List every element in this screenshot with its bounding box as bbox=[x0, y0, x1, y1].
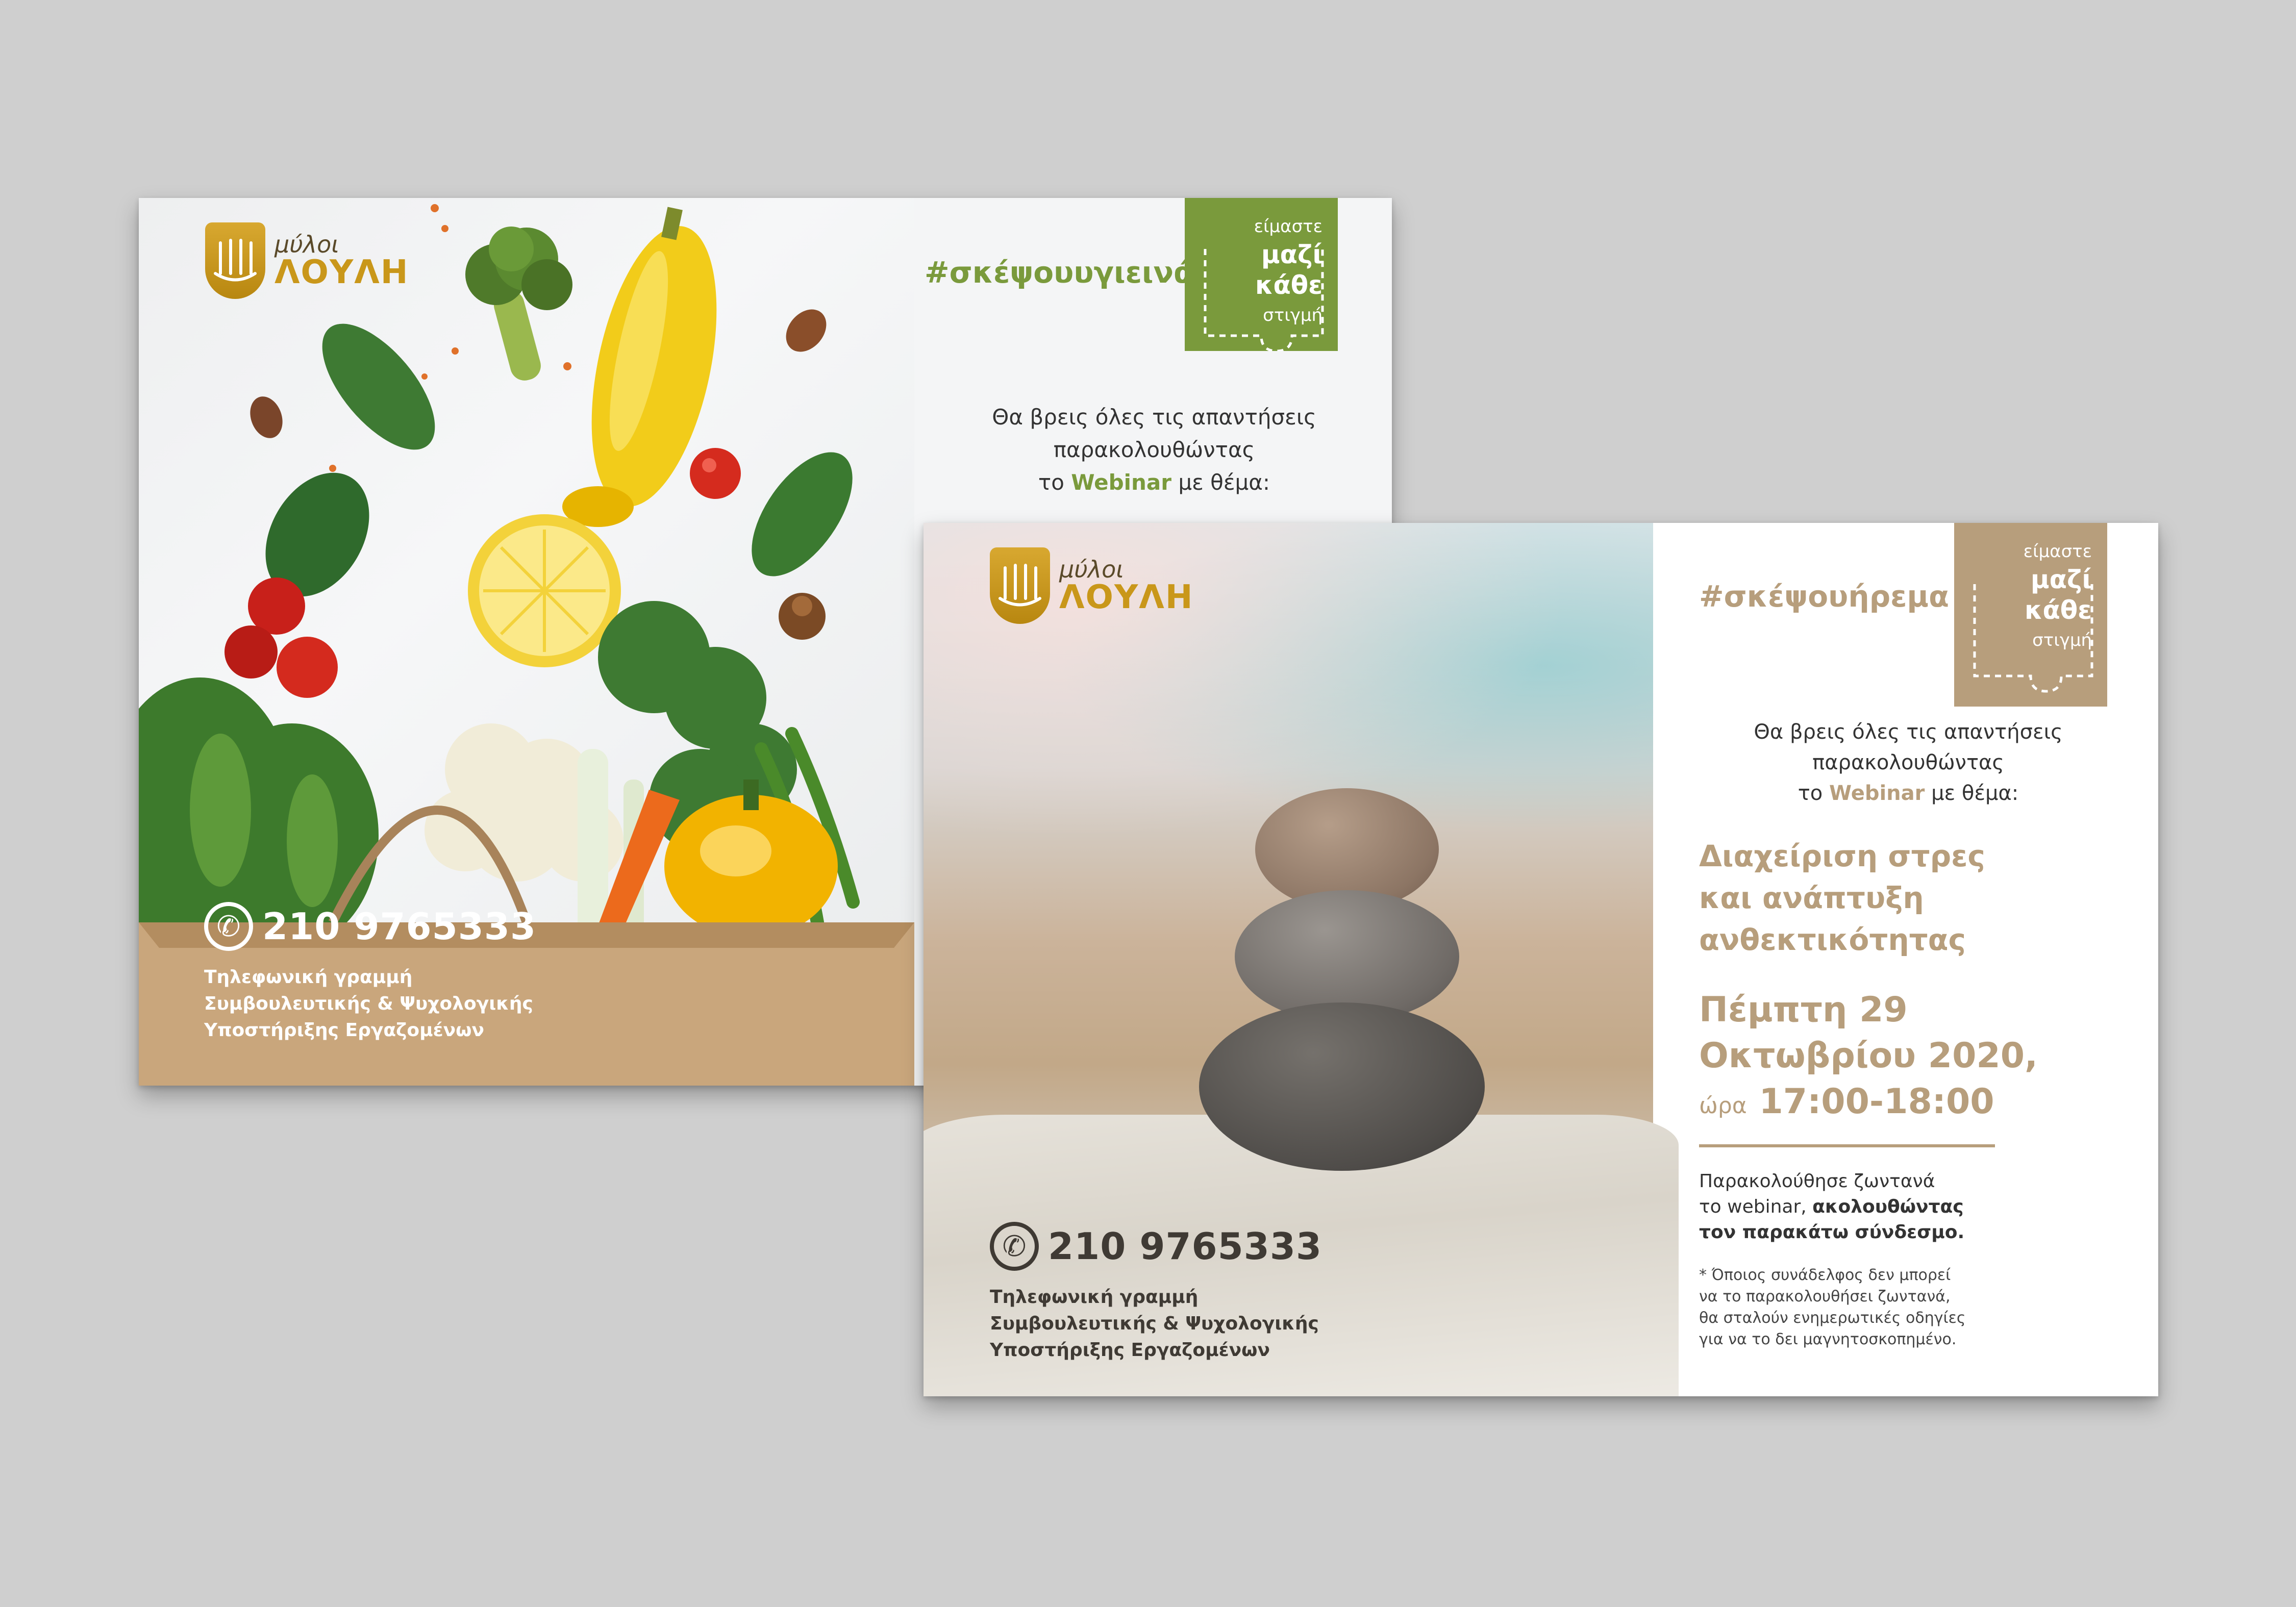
helpline-desc-line2: Συμβουλευτικής & Ψυχολογικής bbox=[990, 1313, 1319, 1334]
badge-line2: μαζί bbox=[1261, 240, 1322, 269]
brand-logo: μύλοι ΛΟΥΛΗ bbox=[205, 222, 409, 299]
helpline-desc-line1: Τηλεφωνική γραμμή bbox=[990, 1287, 1199, 1308]
intro-line2: παρακολουθώντας bbox=[1053, 437, 1255, 462]
wheat-shield-icon bbox=[205, 222, 265, 299]
wheat-shield-icon bbox=[990, 547, 1050, 624]
badge-line2: μαζί bbox=[2030, 565, 2092, 594]
intro-text: Θα βρεις όλες τις απαντήσεις παρακολουθώ… bbox=[935, 401, 1374, 499]
watch-live-text: Παρακολούθησε ζωντανά το webinar, ακολου… bbox=[1699, 1169, 1964, 1245]
phone-icon: ✆ bbox=[990, 1222, 1039, 1271]
divider bbox=[1699, 1144, 1995, 1147]
badge-line3: κάθε bbox=[2024, 595, 2092, 625]
intro-line3: το Webinar με θέμα: bbox=[1038, 470, 1270, 495]
webinar-highlight: Webinar bbox=[1071, 470, 1171, 495]
badge-line1: είμαστε bbox=[2023, 541, 2092, 562]
note-line2: να το παρακολουθήσει ζωντανά, bbox=[1699, 1288, 1951, 1305]
badge-line4: στιγμή bbox=[2032, 630, 2092, 650]
intro-line2: παρακολουθώντας bbox=[1812, 751, 2004, 774]
webinar-highlight: Webinar bbox=[1829, 782, 1925, 805]
webinar-topic: Διαχείριση στρες και ανάπτυξη ανθεκτικότ… bbox=[1699, 835, 1985, 961]
topic-line3: ανθεκτικότητας bbox=[1699, 922, 1966, 957]
date-line2: Οκτωβρίου 2020, bbox=[1699, 1036, 2038, 1076]
hashtag: #σκέψουήρεμα bbox=[1699, 579, 1949, 614]
badge-line1: είμαστε bbox=[1254, 216, 1322, 237]
note-line4: για να το δει μαγνητοσκοπημένο. bbox=[1699, 1330, 1957, 1348]
topic-line2: και ανάπτυξη bbox=[1699, 881, 1924, 915]
note-line1: * Όποιος συνάδελφος δεν μπορεί bbox=[1699, 1266, 1951, 1284]
together-badge: είμαστε μαζί κάθε στιγμή bbox=[1185, 198, 1338, 351]
brand-name-line2: ΛΟΥΛΗ bbox=[1059, 579, 1194, 616]
intro-line1: Θα βρεις όλες τις απαντήσεις bbox=[1754, 720, 2063, 744]
intro-line3: το Webinar με θέμα: bbox=[1798, 782, 2019, 805]
broccoli bbox=[465, 227, 572, 381]
flyer-stress-webinar: μύλοι ΛΟΥΛΗ ✆ 210 9765333 Τηλεφωνική γρα… bbox=[924, 523, 2158, 1396]
together-badge: είμαστε μαζί κάθε στιγμή bbox=[1954, 523, 2107, 707]
intro-line1: Θα βρεις όλες τις απαντήσεις bbox=[992, 405, 1316, 430]
badge-line4: στιγμή bbox=[1263, 305, 1322, 325]
helpline-desc-line3: Υποστήριξης Εργαζομένων bbox=[204, 1020, 484, 1041]
helpline-desc-line2: Συμβουλευτικής & Ψυχολογικής bbox=[204, 993, 533, 1014]
helpline-desc-line1: Τηλεφωνική γραμμή bbox=[204, 967, 413, 988]
stone-bottom bbox=[1199, 1002, 1485, 1171]
watch-line1: Παρακολούθησε ζωντανά bbox=[1699, 1171, 1935, 1192]
brand-name-line2: ΛΟΥΛΗ bbox=[274, 254, 409, 291]
note-line3: θα σταλούν ενημερωτικές οδηγίες bbox=[1699, 1309, 1966, 1327]
time-range: 17:00-18:00 bbox=[1759, 1082, 1994, 1122]
watch-link-text[interactable]: τον παρακάτω σύνδεσμο. bbox=[1699, 1222, 1964, 1243]
brand-name-line1: μύλοι bbox=[274, 231, 339, 258]
hashtag: #σκέψουυγιεινά bbox=[925, 255, 1194, 290]
helpline-number[interactable]: 210 9765333 bbox=[262, 905, 536, 948]
intro-text: Θα βρεις όλες τις απαντήσεις παρακολουθώ… bbox=[1674, 717, 2143, 809]
phone-icon: ✆ bbox=[204, 902, 253, 951]
time-label: ώρα bbox=[1699, 1093, 1747, 1119]
footnote: * Όποιος συνάδελφος δεν μπορεί να το παρ… bbox=[1699, 1265, 1965, 1350]
helpline-block: ✆ 210 9765333 Τηλεφωνική γραμμή Συμβουλε… bbox=[990, 1222, 1322, 1364]
watch-line2: το webinar, ακολουθώντας bbox=[1699, 1196, 1964, 1217]
date-line1: Πέμπτη 29 bbox=[1699, 990, 1908, 1030]
helpline-desc-line3: Υποστήριξης Εργαζομένων bbox=[990, 1340, 1270, 1361]
topic-line1: Διαχείριση στρες bbox=[1699, 839, 1985, 873]
webinar-date: Πέμπτη 29 Οκτωβρίου 2020, ώρα 17:00-18:0… bbox=[1699, 987, 2038, 1129]
badge-line3: κάθε bbox=[1255, 270, 1322, 300]
helpline-number[interactable]: 210 9765333 bbox=[1048, 1225, 1322, 1268]
brand-logo: μύλοι ΛΟΥΛΗ bbox=[990, 547, 1193, 624]
brand-name-line1: μύλοι bbox=[1059, 556, 1124, 583]
helpline-block: ✆ 210 9765333 Τηλεφωνική γραμμή Συμβουλε… bbox=[204, 902, 536, 1044]
